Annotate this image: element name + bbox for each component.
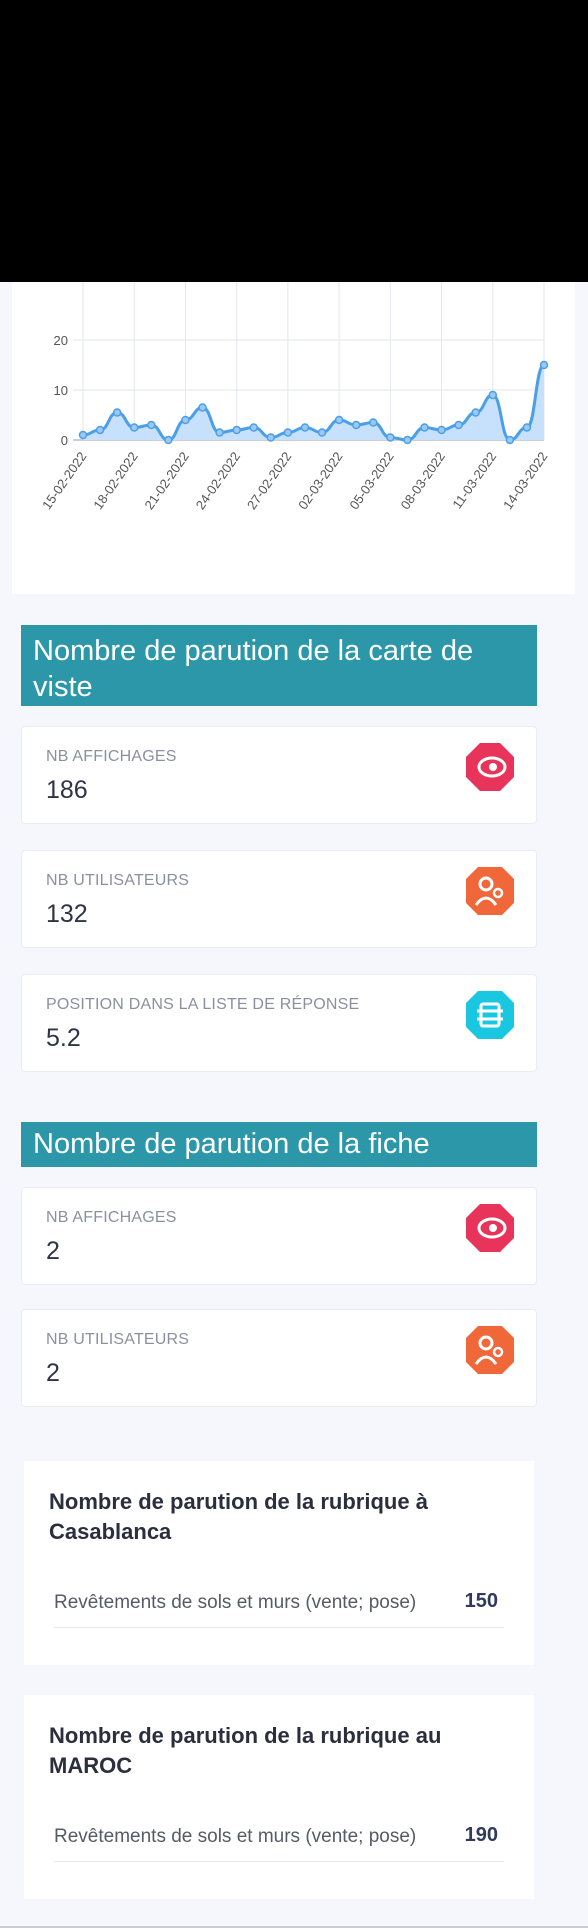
stat-card-position: POSITION DANS LA LISTE DE RÉPONSE 5.2 — [21, 974, 537, 1072]
rubrique-title: Nombre de parution de la rubrique au MAR… — [49, 1723, 442, 1778]
users-icon — [466, 867, 514, 915]
data-point — [95, 425, 105, 435]
stat-value: 186 — [46, 776, 88, 804]
stat-value: 2 — [46, 1359, 60, 1387]
data-point — [471, 408, 480, 417]
stat-card-affichages: NB AFFICHAGES 186 — [21, 726, 537, 824]
section-title-fiche: Nombre de parution de la fiche — [21, 1122, 537, 1167]
data-point — [112, 408, 122, 417]
data-point — [249, 423, 258, 432]
data-point — [403, 435, 412, 445]
data-point — [386, 433, 395, 442]
data-point — [164, 435, 173, 445]
stat-label: NB AFFICHAGES — [46, 1209, 177, 1226]
rubrique-maroc-card: Nombre de parution de la rubrique au MAR… — [24, 1695, 534, 1899]
data-point — [198, 403, 207, 412]
data-point — [266, 433, 276, 442]
section-title-carte-visite: Nombre de parution de la carte de viste — [21, 625, 537, 706]
rubrique-row[interactable]: Revêtements de sols et murs (vente; pose… — [54, 1587, 504, 1628]
x-tick-label: 15-02-2022 — [39, 449, 89, 512]
x-tick-label: 11-03-2022 — [449, 449, 499, 511]
data-point — [522, 423, 532, 432]
stat-value: 2 — [46, 1237, 60, 1265]
rubrique-title: Nombre de parution de la rubrique à Casa… — [49, 1489, 428, 1544]
rubrique-casablanca-card: Nombre de parution de la rubrique à Casa… — [24, 1461, 534, 1665]
stat-card-affichages-fiche: NB AFFICHAGES 2 — [21, 1187, 537, 1285]
data-point — [539, 360, 549, 370]
data-point — [369, 418, 378, 427]
data-point — [488, 390, 498, 400]
rubrique-row[interactable]: Revêtements de sols et murs (vente; pose… — [54, 1821, 504, 1862]
stat-card-utilisateurs-fiche: NB UTILISATEURS 2 — [21, 1309, 537, 1407]
data-point — [215, 428, 224, 437]
data-point — [317, 428, 327, 437]
x-tick-label: 08-03-2022 — [398, 449, 448, 512]
area-chart: 0 10 20 15-02-2022 18-02-2022 21-02-2022 24-02… — [39, 282, 550, 512]
eye-icon — [466, 1204, 514, 1252]
data-point — [129, 423, 139, 432]
chart-card: 0 10 20 15-02-2022 18-02-2022 21-02-2022 24-02… — [12, 282, 575, 594]
eye-icon — [466, 743, 514, 791]
stat-label: POSITION DANS LA LISTE DE RÉPONSE — [46, 996, 360, 1013]
data-point — [505, 435, 515, 445]
rubrique-name: Revêtements de sols et murs (vente; pose… — [54, 1826, 417, 1847]
x-tick-label: 05-03-2022 — [346, 449, 396, 512]
stat-label: NB UTILISATEURS — [46, 872, 190, 889]
data-point — [437, 425, 446, 435]
data-point — [283, 428, 293, 437]
data-point — [232, 425, 241, 435]
rubrique-count: 150 — [464, 1590, 498, 1612]
data-point — [454, 420, 463, 430]
x-tick-label: 18-02-2022 — [90, 449, 140, 512]
data-point — [420, 423, 429, 432]
x-tick-label: 21-02-2022 — [141, 449, 191, 512]
y-tick-label: 0 — [61, 433, 68, 448]
list-icon — [466, 991, 514, 1039]
users-icon — [466, 1326, 514, 1374]
y-tick-label: 10 — [54, 383, 68, 398]
x-tick-label: 24-02-2022 — [193, 449, 243, 512]
data-point — [351, 420, 361, 430]
rubrique-count: 190 — [464, 1824, 498, 1846]
x-tick-label: 27-02-2022 — [244, 449, 294, 512]
black-top-bar — [0, 0, 588, 282]
data-point — [181, 415, 190, 425]
y-tick-label: 20 — [54, 333, 68, 348]
data-point — [78, 430, 88, 440]
stat-label: NB AFFICHAGES — [46, 748, 177, 765]
rubrique-name: Revêtements de sols et murs (vente; pose… — [54, 1592, 417, 1613]
stat-card-utilisateurs: NB UTILISATEURS 132 — [21, 850, 537, 948]
data-point — [300, 423, 310, 432]
stat-value: 132 — [46, 900, 88, 928]
data-point — [147, 420, 156, 430]
data-point — [334, 415, 344, 425]
stat-label: NB UTILISATEURS — [46, 1331, 190, 1348]
x-tick-label: 02-03-2022 — [295, 449, 345, 512]
stat-value: 5.2 — [46, 1024, 81, 1052]
x-tick-label: 14-03-2022 — [500, 449, 550, 512]
